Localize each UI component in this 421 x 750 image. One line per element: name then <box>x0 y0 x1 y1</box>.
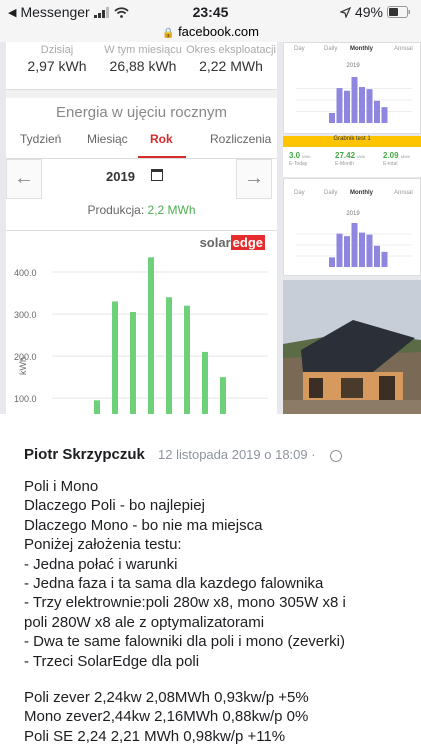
house-photo-drawing <box>283 280 421 414</box>
production-summary: Produkcja: 2,2 MWh <box>6 203 277 217</box>
mini-chart-1 <box>296 77 412 123</box>
mini-bar <box>381 107 388 123</box>
monitoring-screenshots: Day Daily Monthly Annual 2019 Grabnik te… <box>283 42 421 414</box>
url-bar[interactable]: 🔒 facebook.com <box>0 24 421 42</box>
inverter-title-bar: Grabnik test 1 <box>283 136 421 147</box>
mini-bar <box>374 100 380 123</box>
bar <box>130 311 136 414</box>
post-timestamp[interactable]: 12 listopada 2019 o 18:09 · <box>158 447 316 462</box>
date-navigator: ← 2019 → <box>6 159 277 199</box>
y-axis-label: kWh <box>18 357 28 375</box>
monthly-card-1: Day Daily Monthly Annual 2019 <box>283 42 421 134</box>
post-line: - Dwa te same falowniki dla poli i mono … <box>24 633 345 651</box>
tab-billing[interactable]: Rozliczenia <box>210 132 271 146</box>
post-line: - Trzeci SolarEdge dla poli <box>24 652 200 670</box>
mini-bar <box>336 233 343 267</box>
stats-row: Dzisiaj 2,97 kWh W tym miesiącu 26,88 kW… <box>6 42 277 90</box>
mini-bar <box>366 234 373 267</box>
status-right: 49% <box>339 4 411 20</box>
post-line: Dlaczego Mono - bo nie ma miejsca <box>24 516 263 534</box>
y-tick-label: 300.0 <box>14 310 37 320</box>
globe-icon <box>330 450 342 462</box>
stat-lifetime: Okres eksploatacji 2,22 MWh <box>186 44 276 74</box>
bar <box>112 301 118 414</box>
mini-bar <box>359 232 365 267</box>
mini-bar <box>351 223 358 267</box>
bar <box>148 257 154 414</box>
stat-e-today: 3.0 kWh E-Today <box>289 151 311 167</box>
mini-bar <box>374 245 380 267</box>
lock-icon: 🔒 <box>161 28 175 39</box>
period-tabs: Tydzień Miesiąc Rok Rozliczenia <box>6 132 277 158</box>
mini-bar <box>366 89 373 123</box>
tab-year[interactable]: Rok <box>150 132 173 146</box>
divider <box>6 90 277 98</box>
solaredge-screenshot: Dzisiaj 2,97 kWh W tym miesiącu 26,88 kW… <box>6 42 277 414</box>
mini-bar <box>351 77 358 123</box>
selected-year: 2019 <box>106 169 135 184</box>
bar <box>166 297 172 414</box>
battery-percent: 49% <box>354 4 383 20</box>
mini-chart-2 <box>296 223 412 267</box>
mini-bar <box>344 236 350 267</box>
monthly-card-2: Day Daily Monthly Annual 2019 <box>283 178 421 276</box>
stat-today: Dzisiaj 2,97 kWh <box>27 44 87 74</box>
result-line: Poli SE 2,24 2,21 MWh 0,98kw/p +11% <box>24 727 286 745</box>
post-body: Poli i Mono Dlaczego Poli - bo najlepiej… <box>24 477 414 671</box>
y-tick-label: 100.0 <box>14 394 37 404</box>
post-image[interactable]: Dzisiaj 2,97 kWh W tym miesiącu 26,88 kW… <box>0 42 421 414</box>
post-line: Dlaczego Poli - bo najlepiej <box>24 497 205 515</box>
production-label: Produkcja: <box>87 203 145 217</box>
bar <box>202 351 208 414</box>
mini-bar <box>359 87 365 123</box>
mini-bar <box>336 88 343 123</box>
result-line: Poli zever 2,24kw 2,08MWh 0,93kw/p +5% <box>24 689 309 706</box>
post-author[interactable]: Piotr Skrzypczuk <box>24 446 145 463</box>
mini-bar <box>329 112 335 123</box>
house-photo <box>283 280 421 414</box>
calendar-icon[interactable] <box>151 169 163 181</box>
post-line: - Jedna połać i warunki <box>24 555 178 573</box>
mini-bar <box>329 257 335 267</box>
brand-suffix: edge <box>230 235 265 250</box>
result-line: Mono zever2,44kw 2,16MWh 0,88kw/p 0% <box>24 708 309 726</box>
inverter-stats: 3.0 kWh E-Today 27.42 kWh E-Month 2.09 MWh… <box>283 147 421 177</box>
stat-e-month: 27.42 kWh E-Month <box>335 151 366 167</box>
mini-bar <box>381 251 388 267</box>
facebook-post: Piotr Skrzypczuk 12 listopada 2019 o 18:… <box>0 414 421 750</box>
bar <box>184 305 190 414</box>
status-bar: ◀ Messenger 23:45 49% <box>0 0 421 24</box>
card-title: Energia w ujęciu rocznym <box>56 104 227 121</box>
url-domain: facebook.com <box>178 24 259 39</box>
yearly-energy-chart: solar edge 400.0 300.0 200.0 100.0 kWh <box>6 230 277 414</box>
production-value: 2,2 MWh <box>147 203 196 217</box>
post-line: Poli i Mono <box>24 478 99 495</box>
y-tick-label: 400.0 <box>14 268 37 278</box>
prev-arrow-icon[interactable]: ← <box>6 159 42 199</box>
bar <box>220 377 226 414</box>
post-line: poli 280W x8 ale z optymalizatorami <box>24 613 265 631</box>
battery-icon <box>387 6 410 18</box>
post-line: - Trzy elektrownie:poli 280w x8, mono 30… <box>24 594 346 612</box>
location-icon <box>339 6 351 18</box>
solaredge-logo: solar edge <box>200 235 265 250</box>
next-arrow-icon[interactable]: → <box>236 159 272 199</box>
mini-bar <box>344 90 350 123</box>
bar-chart-svg: 400.0300.0200.0100.0kWh <box>14 257 268 414</box>
stat-e-total: 2.09 MWh E-total <box>383 151 411 167</box>
bar <box>94 400 100 414</box>
stat-month: W tym miesiącu 26,88 kWh <box>104 44 182 74</box>
brand-prefix: solar <box>199 235 231 250</box>
post-line: - Jedna faza i ta sama dla kazdego falow… <box>24 575 324 593</box>
post-results: Poli zever 2,24kw 2,08MWh 0,93kw/p +5% M… <box>24 688 309 746</box>
tab-week[interactable]: Tydzień <box>20 132 61 146</box>
post-line: Poniżej założenia testu: <box>24 536 182 554</box>
tab-month[interactable]: Miesiąc <box>87 132 128 146</box>
